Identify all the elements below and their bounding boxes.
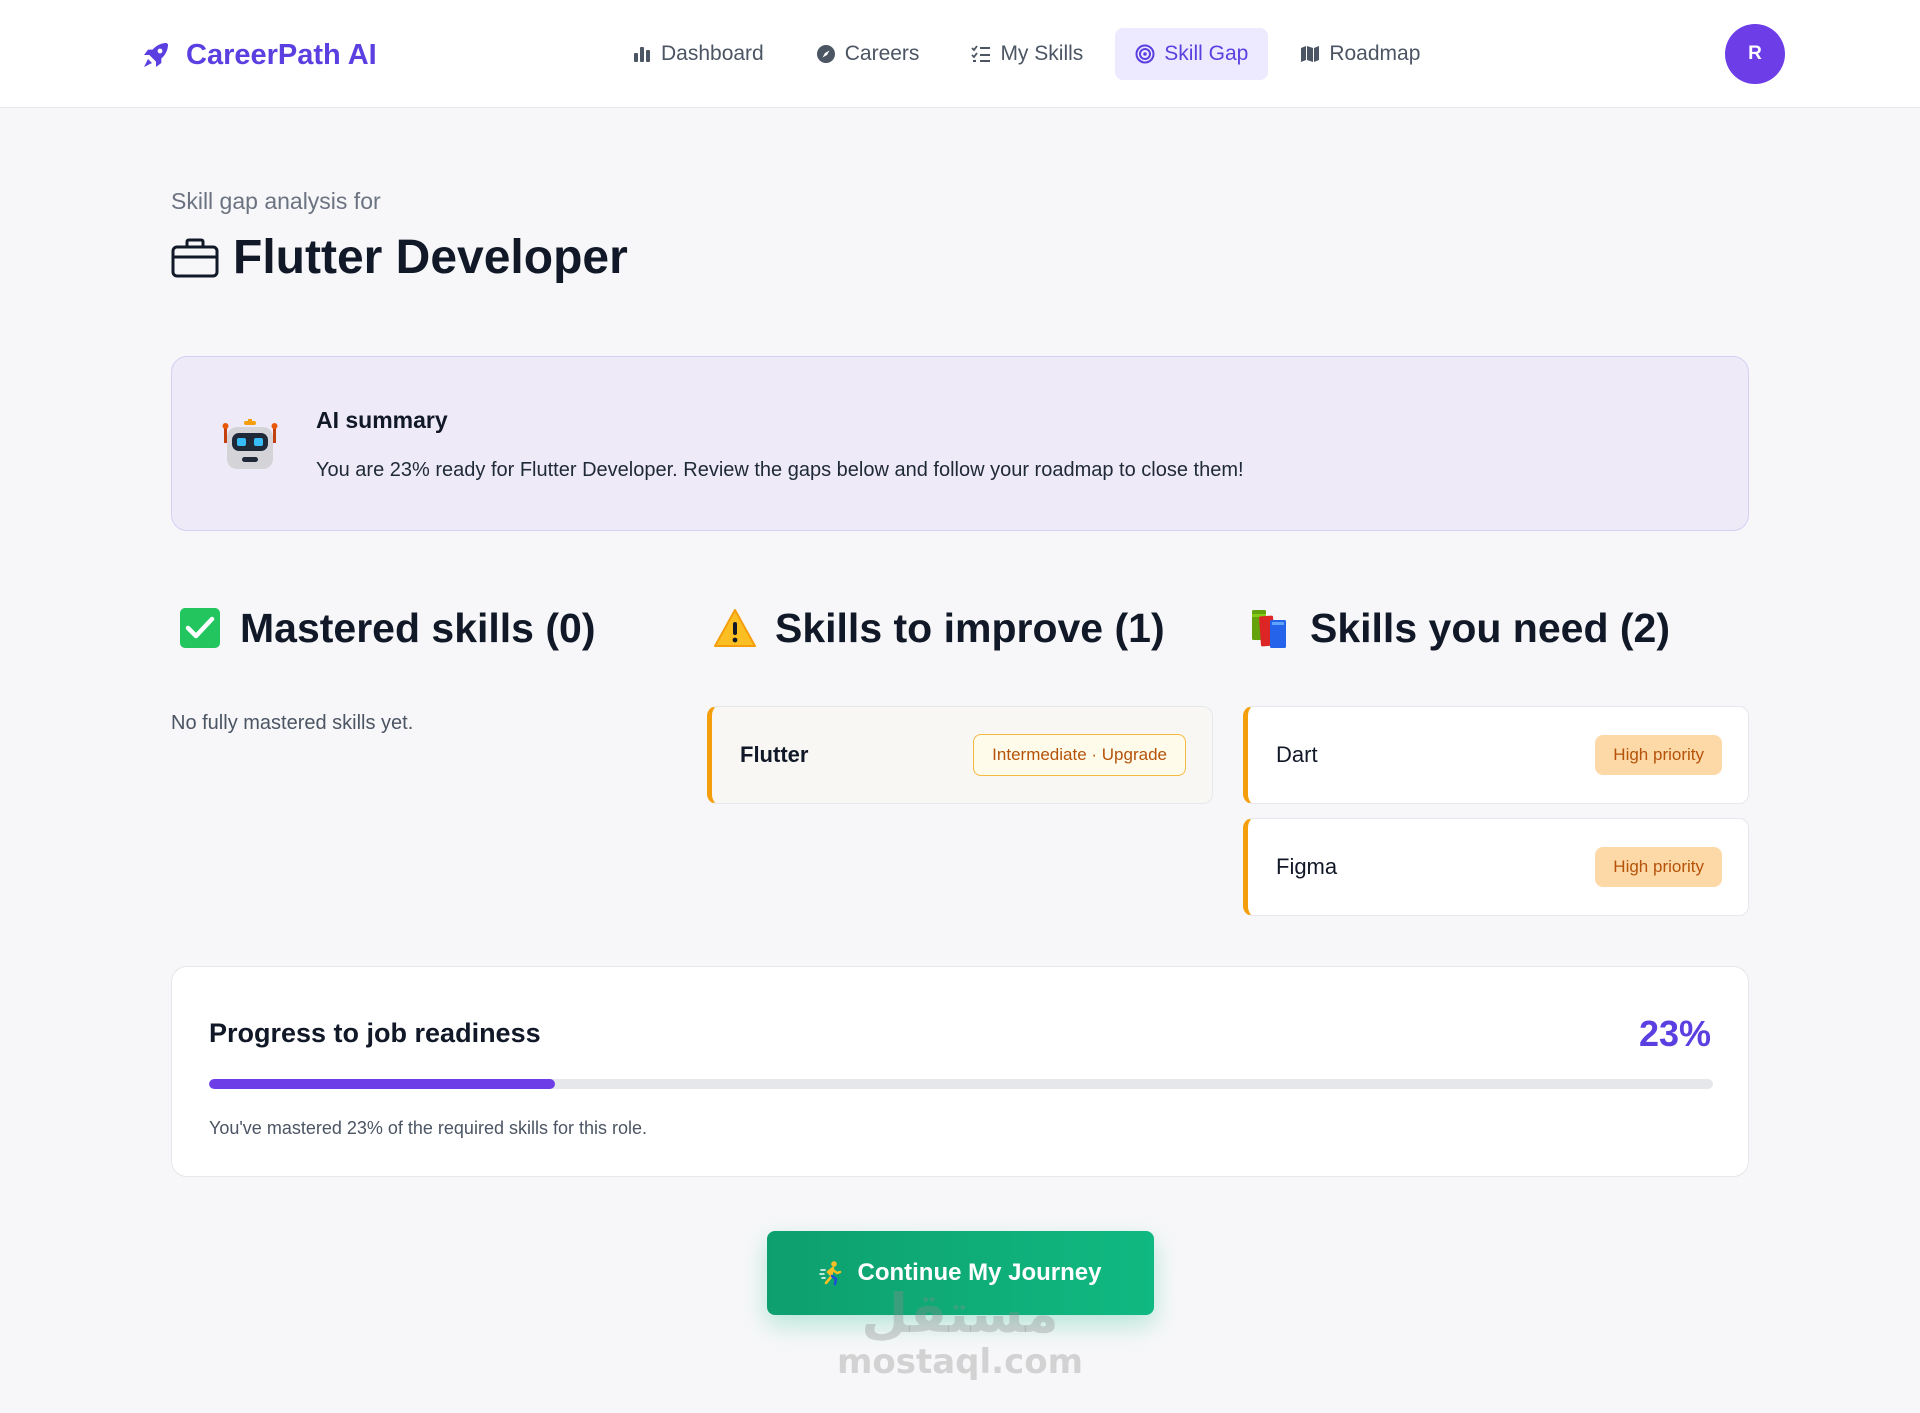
target-icon [1135,44,1155,64]
need-skills-title: Skills you need (2) [1310,604,1670,651]
skill-name: Flutter [740,742,809,767]
ai-summary-text: You are 23% ready for Flutter Developer.… [316,459,1244,481]
checklist-icon [971,45,991,62]
nav-item-label: Dashboard [661,42,764,65]
skill-card-dart[interactable]: Dart High priority [1243,706,1749,804]
progress-fill [209,1079,555,1089]
mastered-empty-text: No fully mastered skills yet. [171,712,414,734]
need-skills-heading: Skills you need (2) [1248,600,1670,656]
bar-chart-icon [634,47,650,62]
books-icon [1252,610,1286,648]
nav-item-dashboard[interactable]: Dashboard [612,28,784,80]
warning-icon [714,609,756,647]
skill-name: Dart [1276,742,1318,767]
brand-logo[interactable]: CareerPath AI [140,36,377,74]
nav-item-roadmap[interactable]: Roadmap [1280,28,1440,80]
ai-summary-card: AI summary You are 23% ready for Flutter… [171,356,1749,531]
watermark-arabic: مستقل [861,1282,1059,1345]
nav-item-skill-gap[interactable]: Skill Gap [1115,28,1269,80]
mastered-skills-title: Mastered skills (0) [240,604,596,651]
brand-name: CareerPath AI [186,38,377,71]
skill-card-flutter[interactable]: Flutter Intermediate · Upgrade [707,706,1213,804]
rocket-icon [144,43,168,67]
progress-percent: 23% [1638,1013,1711,1054]
avatar[interactable]: R [1725,24,1785,84]
robot-icon [222,419,278,469]
nav-item-my-skills[interactable]: My Skills [951,28,1103,80]
page-title-text: Flutter Developer [233,231,628,284]
watermark-latin: mostaql.com [836,1342,1084,1382]
priority-badge: High priority [1595,735,1722,775]
progress-title: Progress to job readiness [209,1018,541,1048]
page-title: Flutter Developer [171,230,628,285]
check-box-icon [180,608,220,648]
improve-skills-title: Skills to improve (1) [775,604,1165,651]
priority-badge: High priority [1595,847,1722,887]
map-icon [1301,46,1320,62]
top-navbar: CareerPath AI Dashboard Careers My Skill… [0,0,1920,108]
improve-skills-heading: Skills to improve (1) [713,600,1165,656]
running-person-icon [819,1261,842,1286]
nav-item-label: My Skills [1000,42,1084,65]
nav-item-label: Roadmap [1329,42,1421,65]
progress-track [209,1079,1713,1089]
ai-summary-title: AI summary [316,407,448,433]
nav-item-careers[interactable]: Careers [796,28,940,80]
page-subtitle: Skill gap analysis for [171,188,381,214]
progress-card: Progress to job readiness 23% You've mas… [171,966,1749,1177]
nav-item-label: Skill Gap [1164,42,1249,65]
briefcase-icon [171,238,219,277]
watermark: مستقل mostaql.com [790,1282,1130,1382]
compass-icon [816,45,835,63]
skill-card-figma[interactable]: Figma High priority [1243,818,1749,916]
nav-links: Dashboard Careers My Skills Skill Gap Ro… [612,28,1440,80]
mastered-skills-heading: Mastered skills (0) [178,600,596,656]
skill-level-badge: Intermediate · Upgrade [973,734,1186,776]
nav-item-label: Careers [844,42,920,65]
skill-name: Figma [1276,854,1338,879]
progress-caption: You've mastered 23% of the required skil… [209,1118,647,1138]
